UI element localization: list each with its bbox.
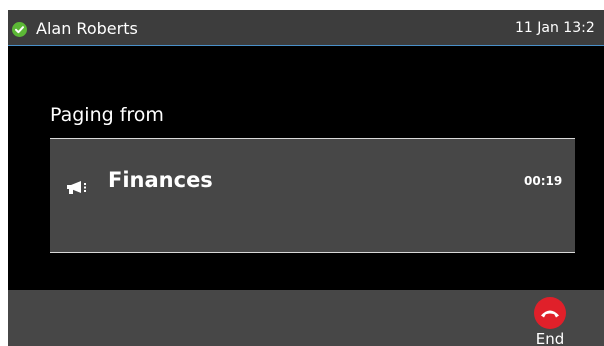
paging-call-card[interactable]: Finances 00:19: [50, 138, 575, 253]
hang-up-icon: [534, 297, 566, 329]
softkey-bar: End: [8, 290, 604, 346]
status-bar: Alan Roberts 11 Jan 13:2: [8, 10, 604, 46]
call-timer: 00:19: [524, 174, 563, 188]
date-time: 11 Jan 13:2: [515, 20, 595, 36]
presence-available-icon: [12, 22, 27, 37]
paging-group-name: Finances: [108, 168, 213, 192]
paging-from-label: Paging from: [50, 104, 164, 126]
user-name: Alan Roberts: [36, 19, 138, 38]
end-button-label: End: [535, 330, 565, 346]
megaphone-icon: [66, 180, 92, 196]
phone-screen: Alan Roberts 11 Jan 13:2 Paging from Fin…: [8, 10, 604, 346]
end-call-button[interactable]: End: [528, 294, 572, 346]
